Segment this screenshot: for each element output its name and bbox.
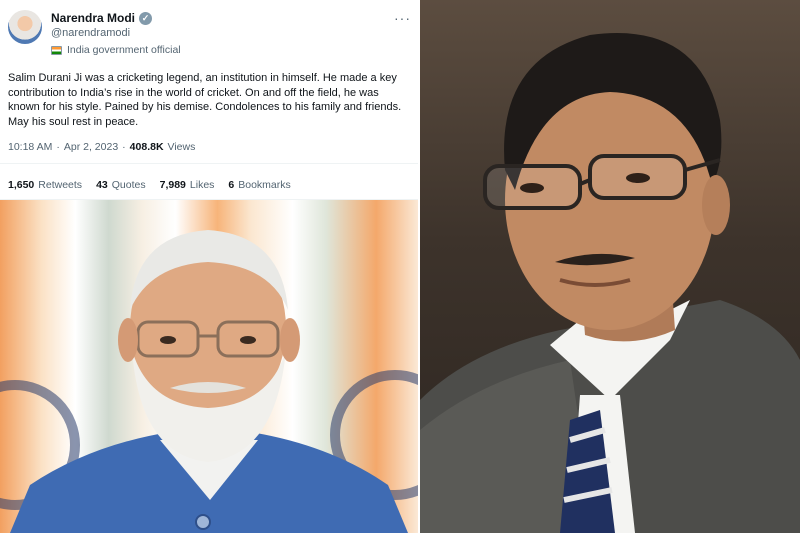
retweets-count: 1,650 <box>8 179 35 191</box>
affiliation-row: India government official <box>51 44 181 56</box>
tweet-meta: 10:18 AM · Apr 2, 2023 · 408.8K Views <box>8 141 195 153</box>
retweets-stat[interactable]: 1,650 Retweets <box>8 179 82 191</box>
author-name[interactable]: Narendra Modi <box>51 11 135 25</box>
tweet-time[interactable]: 10:18 AM <box>8 141 52 153</box>
likes-stat[interactable]: 7,989 Likes <box>160 179 215 191</box>
engagement-stats: 1,650 Retweets 43 Quotes 7,989 Likes 6 B… <box>8 179 291 191</box>
likes-label: Likes <box>189 179 215 191</box>
bookmarks-count: 6 <box>228 179 235 191</box>
affiliation-label: India government official <box>67 44 181 56</box>
government-label-icon <box>51 45 62 55</box>
author-name-row: Narendra Modi ✓ <box>51 11 153 25</box>
portrait-figure <box>420 33 800 533</box>
verified-badge-icon: ✓ <box>139 11 153 25</box>
tweet-text: Salim Durani Ji was a cricketing legend,… <box>8 72 402 128</box>
author-avatar[interactable] <box>8 10 42 44</box>
bookmarks-stat[interactable]: 6 Bookmarks <box>228 179 290 191</box>
portrait-figure <box>10 230 408 533</box>
meta-separator: · <box>122 141 126 153</box>
quotes-label: Quotes <box>111 179 146 191</box>
views-count: 408.8K <box>129 141 164 153</box>
views-label: Views <box>167 141 196 153</box>
retweets-label: Retweets <box>38 179 83 191</box>
quotes-count: 43 <box>96 179 108 191</box>
bookmarks-label: Bookmarks <box>238 179 291 191</box>
more-options-icon[interactable]: ··· <box>394 10 411 26</box>
tweet-date[interactable]: Apr 2, 2023 <box>64 141 118 153</box>
meta-separator: · <box>56 141 60 153</box>
divider <box>0 163 418 164</box>
portrait-photo-right <box>420 0 800 533</box>
tweet-card: Narendra Modi ✓ @narendramodi India gove… <box>0 0 418 200</box>
portrait-photo-left <box>0 200 418 533</box>
likes-count: 7,989 <box>159 179 186 191</box>
author-handle[interactable]: @narendramodi <box>51 27 130 39</box>
quotes-stat[interactable]: 43 Quotes <box>96 179 146 191</box>
